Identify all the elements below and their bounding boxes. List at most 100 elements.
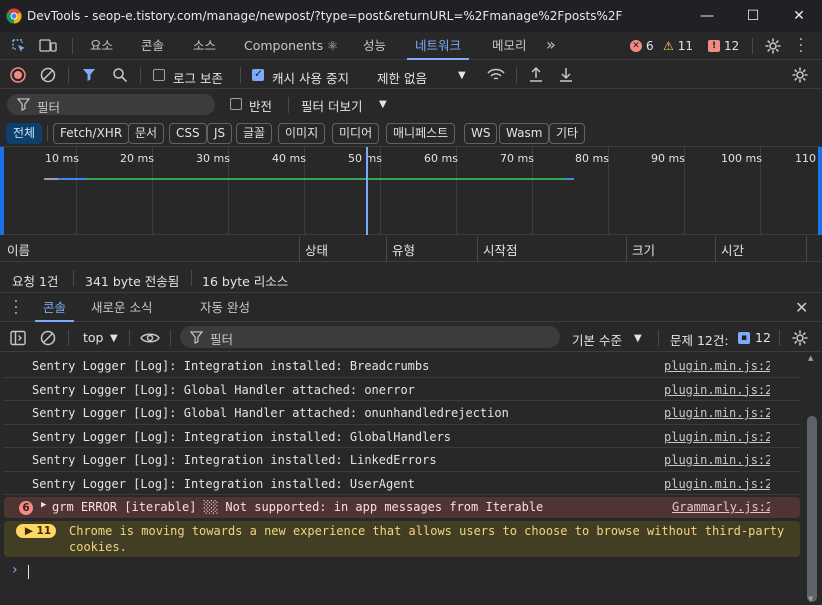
drawer-tab-autofill[interactable]: 자동 완성: [200, 294, 250, 322]
warning-counter[interactable]: ⚠ 11: [663, 39, 693, 53]
tab-performance[interactable]: 성능: [363, 32, 386, 60]
preserve-log-checkbox[interactable]: [153, 69, 165, 81]
tab-console[interactable]: 콘솔: [141, 32, 164, 60]
chip-all[interactable]: 전체: [6, 123, 43, 144]
scroll-down-arrow-icon[interactable]: ▼: [808, 595, 813, 603]
source-link[interactable]: plugin.min.js:2: [664, 477, 770, 491]
sidebar-toggle-icon[interactable]: [10, 330, 26, 346]
chip-image[interactable]: 이미지: [278, 123, 326, 144]
throttling-chevron-down-icon[interactable]: ▼: [458, 70, 466, 81]
console-filter-input[interactable]: 필터: [180, 326, 560, 348]
log-levels-select[interactable]: 기본 수준: [572, 330, 622, 349]
log-levels-chevron-down-icon[interactable]: ▼: [634, 333, 642, 344]
column-status[interactable]: 상태: [305, 240, 328, 259]
transferred-size: 341 byte 전송됨: [85, 274, 180, 289]
scrollbar-thumb[interactable]: [807, 416, 817, 602]
disable-cache-checkbox[interactable]: [252, 67, 264, 81]
source-link[interactable]: plugin.min.js:2: [664, 430, 770, 444]
more-filters-button[interactable]: 필터 더보기: [301, 96, 362, 115]
chip-js[interactable]: JS: [207, 123, 233, 144]
chip-font[interactable]: 글꼴: [236, 123, 273, 144]
chip-css[interactable]: CSS: [169, 123, 207, 144]
column-initiator[interactable]: 시작점: [483, 240, 518, 259]
drawer-tab-console[interactable]: 콘솔: [34, 294, 75, 322]
maximize-button[interactable]: ☐: [730, 0, 776, 32]
close-window-button[interactable]: ✕: [776, 0, 822, 32]
console-scrollbar[interactable]: ▲ ▼: [805, 352, 819, 605]
overview-right-handle[interactable]: [818, 147, 822, 235]
network-overview-timeline[interactable]: 10 ms 20 ms 30 ms 40 ms 50 ms 60 ms 70 m…: [0, 147, 822, 235]
tab-sources[interactable]: 소스: [193, 32, 216, 60]
search-icon[interactable]: [112, 67, 128, 83]
console-log-row: Sentry Logger [Log]: Global Handler atta…: [4, 401, 800, 425]
drawer-menu-icon[interactable]: · · ·: [13, 295, 19, 321]
chip-other[interactable]: 기타: [549, 123, 586, 144]
clear-icon[interactable]: [40, 67, 56, 83]
error-icon: ✕: [630, 40, 642, 52]
issues-count-badge[interactable]: 12: [755, 330, 771, 345]
settings-gear-icon[interactable]: [764, 37, 782, 55]
console-settings-gear-icon[interactable]: [791, 329, 809, 347]
filter-funnel-icon[interactable]: [82, 68, 96, 82]
import-upload-icon[interactable]: [528, 66, 544, 83]
console-toolbar: top ▼ 필터 기본 수준 ▼ 문제 12건: ▪ 12: [0, 323, 822, 352]
tick-label: 60 ms: [424, 152, 458, 165]
console-input-caret[interactable]: [28, 565, 29, 579]
tab-components[interactable]: Components ⚛: [244, 32, 338, 60]
issues-count: 12: [724, 39, 740, 53]
issue-icon: !: [708, 40, 720, 52]
chip-wasm[interactable]: Wasm: [499, 123, 550, 144]
source-link[interactable]: plugin.min.js:2: [664, 359, 770, 373]
source-link[interactable]: plugin.min.js:2: [664, 383, 770, 397]
chip-websocket[interactable]: WS: [464, 123, 498, 144]
chip-document[interactable]: 문서: [128, 123, 165, 144]
column-size[interactable]: 크기: [632, 240, 655, 259]
tick-label: 110: [795, 152, 816, 165]
close-drawer-icon[interactable]: ✕: [795, 298, 808, 317]
request-count: 요청 1건: [12, 274, 59, 289]
tick-label: 50 ms: [348, 152, 382, 165]
tab-elements[interactable]: 요소: [90, 32, 113, 60]
invert-label: 반전: [249, 99, 273, 114]
chip-fetch-xhr[interactable]: Fetch/XHR: [53, 123, 130, 144]
more-tabs-button[interactable]: »: [546, 32, 556, 60]
minimize-button[interactable]: —: [684, 0, 730, 32]
inspect-element-icon[interactable]: [11, 38, 27, 54]
live-expression-eye-icon[interactable]: [140, 331, 160, 345]
source-link[interactable]: plugin.min.js:2: [664, 406, 770, 420]
more-filters-chevron-down-icon[interactable]: ▼: [379, 99, 387, 110]
column-name[interactable]: 이름: [7, 240, 30, 259]
tab-network[interactable]: 네트워크: [406, 32, 470, 60]
network-settings-gear-icon[interactable]: [791, 66, 809, 84]
chip-media[interactable]: 미디어: [332, 123, 380, 144]
column-time[interactable]: 시간: [721, 240, 744, 259]
network-conditions-wifi-icon[interactable]: [486, 67, 506, 83]
console-log-row: Sentry Logger [Log]: Integration install…: [4, 354, 800, 378]
export-download-icon[interactable]: [558, 66, 574, 83]
clear-console-icon[interactable]: [40, 330, 56, 346]
column-type[interactable]: 유형: [392, 240, 415, 259]
chip-manifest[interactable]: 매니페스트: [386, 123, 456, 144]
source-link[interactable]: plugin.min.js:2: [664, 453, 770, 467]
context-chevron-down-icon[interactable]: ▼: [110, 333, 118, 344]
scroll-up-arrow-icon[interactable]: ▲: [808, 354, 813, 362]
console-filter-placeholder: 필터: [210, 332, 234, 347]
context-selector[interactable]: top: [83, 330, 103, 345]
device-toolbar-icon[interactable]: [39, 38, 57, 54]
console-error-row[interactable]: 6 ▶ grm ERROR [iterable] ░░ Not supporte…: [4, 497, 800, 518]
network-filter-input[interactable]: 필터: [7, 94, 215, 115]
issues-counter[interactable]: ! 12: [708, 39, 739, 53]
drawer-tab-bar: · · · 콘솔 새로운 소식 자동 완성 ✕: [0, 294, 822, 322]
error-source-link[interactable]: Grammarly.js:2: [672, 500, 770, 514]
console-warning-row[interactable]: ▶ 11 Chrome is moving towards a new expe…: [4, 521, 800, 557]
invert-checkbox[interactable]: [230, 98, 242, 110]
record-stop-icon[interactable]: [10, 67, 26, 83]
tab-memory[interactable]: 메모리: [492, 32, 527, 60]
error-counter[interactable]: ✕ 6: [630, 39, 654, 53]
throttling-select[interactable]: 제한 없음: [377, 68, 427, 87]
issues-label[interactable]: 문제 12건:: [670, 330, 729, 349]
drawer-tab-whats-new[interactable]: 새로운 소식: [91, 294, 152, 322]
overview-left-handle[interactable]: [0, 147, 4, 235]
expand-triangle-icon[interactable]: ▶: [41, 500, 46, 510]
more-options-icon[interactable]: · · ·: [798, 33, 804, 59]
